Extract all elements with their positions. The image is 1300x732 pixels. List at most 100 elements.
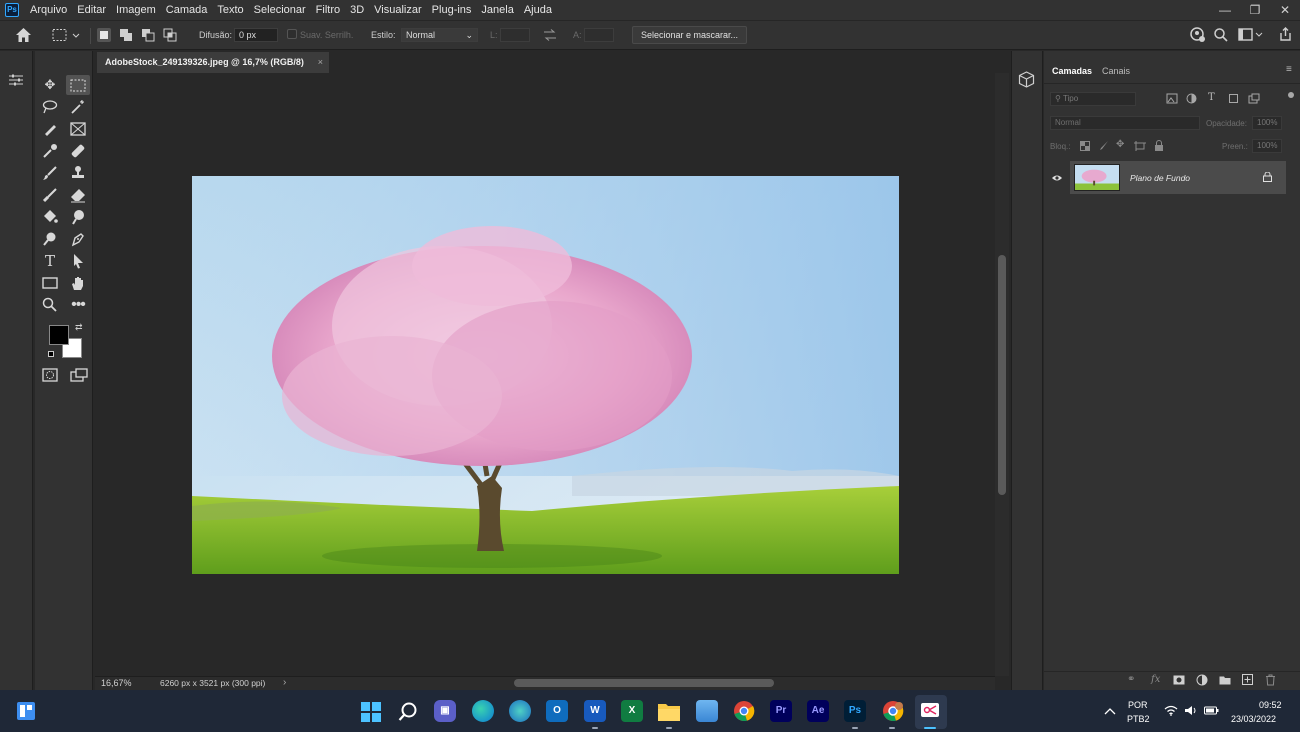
chrome-icon[interactable] — [733, 700, 755, 722]
smudge-tool-icon[interactable] — [66, 207, 90, 227]
lock-all-icon[interactable] — [1154, 140, 1164, 151]
width-input[interactable] — [500, 28, 530, 42]
share-icon[interactable] — [1278, 27, 1293, 42]
fill-input[interactable]: 100% — [1252, 139, 1282, 153]
menu-filtro[interactable]: Filtro — [311, 0, 345, 20]
battery-icon[interactable] — [1204, 705, 1219, 716]
minimize-button[interactable]: — — [1210, 0, 1240, 20]
menu-camada[interactable]: Camada — [161, 0, 213, 20]
taskbar-search-icon[interactable] — [398, 702, 418, 722]
move-tool-icon[interactable]: ✥ — [38, 75, 62, 95]
menu-visualizar[interactable]: Visualizar — [369, 0, 427, 20]
filter-shape-icon[interactable] — [1228, 93, 1239, 104]
object-selection-tool-icon[interactable] — [38, 119, 62, 139]
home-icon[interactable] — [15, 27, 32, 43]
snipping-tool-icon[interactable] — [920, 702, 940, 720]
height-input[interactable] — [584, 28, 614, 42]
add-to-selection-icon[interactable] — [119, 28, 133, 42]
eye-visibility-icon[interactable] — [1051, 174, 1063, 182]
dodge-tool-icon[interactable] — [38, 229, 62, 249]
clone-stamp-tool-icon[interactable] — [66, 163, 90, 183]
close-tab-icon[interactable]: × — [318, 52, 323, 73]
lock-artboard-icon[interactable] — [1134, 141, 1146, 151]
more-tools-icon[interactable]: ••• — [66, 295, 90, 315]
workspace-icon[interactable] — [1238, 28, 1264, 42]
chrome-profile-icon[interactable] — [882, 700, 904, 722]
swap-dimensions-icon[interactable] — [543, 29, 557, 41]
add-mask-icon[interactable] — [1173, 675, 1185, 685]
photos-icon[interactable] — [696, 700, 718, 722]
file-explorer-icon[interactable] — [658, 701, 680, 721]
menu-plugins[interactable]: Plug-ins — [427, 0, 477, 20]
filter-pixel-icon[interactable] — [1166, 93, 1178, 104]
menu-selecionar[interactable]: Selecionar — [249, 0, 311, 20]
opacity-input[interactable]: 100% — [1252, 116, 1282, 130]
feather-input[interactable]: 0 px — [234, 28, 278, 42]
lasso-tool-icon[interactable] — [38, 97, 62, 117]
marquee-preset-icon[interactable] — [52, 28, 82, 42]
premiere-pro-icon[interactable]: Pr — [770, 700, 792, 722]
subtract-selection-icon[interactable] — [141, 28, 155, 42]
hand-tool-icon[interactable] — [66, 273, 90, 293]
clock-date[interactable]: 23/03/2022 — [1231, 714, 1276, 724]
zoom-tool-icon[interactable] — [38, 295, 62, 315]
filter-adjustment-icon[interactable] — [1186, 93, 1197, 104]
blend-mode-select[interactable]: Normal — [1050, 116, 1200, 130]
swap-colors-icon[interactable]: ⇄ — [75, 322, 83, 333]
lock-position-icon[interactable]: ✥ — [1116, 139, 1124, 150]
menu-3d[interactable]: 3D — [345, 0, 369, 20]
teams-chat-icon[interactable]: ▣ — [434, 700, 456, 722]
layer-name[interactable]: Plano de Fundo — [1130, 173, 1190, 183]
volume-icon[interactable] — [1184, 705, 1197, 716]
select-and-mask-button[interactable]: Selecionar e mascarar... — [632, 26, 748, 44]
widgets-icon[interactable] — [17, 702, 35, 720]
delete-layer-icon[interactable] — [1265, 674, 1276, 686]
document-tab[interactable]: AdobeStock_249139326.jpeg @ 16,7% (RGB/8… — [97, 52, 329, 73]
language-indicator-line1[interactable]: POR — [1128, 700, 1148, 710]
layer-kind-filter[interactable]: ⚲ Tipo — [1050, 92, 1136, 106]
3d-cube-icon[interactable] — [1018, 71, 1035, 88]
wifi-icon[interactable] — [1164, 705, 1178, 716]
word-icon[interactable]: W — [584, 700, 606, 722]
search-icon[interactable] — [1214, 28, 1228, 42]
menu-editar[interactable]: Editar — [72, 0, 111, 20]
antialias-checkbox[interactable] — [287, 29, 297, 39]
panel-menu-icon[interactable]: ≡ — [1286, 64, 1292, 75]
quick-mask-icon[interactable] — [42, 368, 58, 382]
zoom-level[interactable]: 16,67% — [101, 678, 132, 688]
filter-toggle-icon[interactable] — [1288, 92, 1294, 98]
share-cloud-icon[interactable] — [1190, 27, 1206, 43]
after-effects-icon[interactable]: Ae — [807, 700, 829, 722]
frame-tool-icon[interactable] — [66, 119, 90, 139]
show-hidden-icons-chevron-icon[interactable] — [1104, 707, 1116, 715]
adjustments-panel-icon[interactable] — [8, 72, 24, 88]
link-layers-icon[interactable]: ⚭ — [1127, 674, 1135, 685]
menu-texto[interactable]: Texto — [212, 0, 248, 20]
default-colors-icon[interactable] — [48, 351, 54, 357]
new-selection-icon[interactable] — [97, 28, 111, 42]
edge-icon[interactable] — [472, 700, 494, 722]
network-globe-icon[interactable] — [509, 700, 531, 722]
lock-image-pixels-icon[interactable] — [1098, 140, 1109, 151]
tab-canais[interactable]: Canais — [1096, 60, 1136, 82]
filter-smart-object-icon[interactable] — [1248, 93, 1260, 104]
screen-mode-icon[interactable] — [70, 368, 88, 382]
paint-bucket-tool-icon[interactable] — [38, 207, 62, 227]
lock-transparent-pixels-icon[interactable] — [1080, 141, 1090, 151]
path-selection-tool-icon[interactable] — [66, 251, 90, 271]
layer-style-fx-icon[interactable]: fx — [1151, 674, 1160, 685]
eyedropper-tool-icon[interactable] — [38, 141, 62, 161]
type-tool-icon[interactable]: T — [38, 251, 62, 271]
intersect-selection-icon[interactable] — [163, 28, 177, 42]
outlook-icon[interactable]: O — [546, 700, 568, 722]
magic-wand-tool-icon[interactable] — [66, 97, 90, 117]
rectangular-marquee-tool-icon[interactable] — [66, 75, 90, 95]
status-menu-arrow-icon[interactable]: › — [283, 677, 286, 688]
new-group-folder-icon[interactable] — [1219, 675, 1231, 685]
tab-camadas[interactable]: Camadas — [1046, 60, 1098, 82]
language-indicator-line2[interactable]: PTB2 — [1127, 714, 1150, 724]
clock-time[interactable]: 09:52 — [1259, 700, 1282, 710]
menu-ajuda[interactable]: Ajuda — [519, 0, 557, 20]
menu-janela[interactable]: Janela — [476, 0, 518, 20]
restore-button[interactable]: ❐ — [1240, 0, 1270, 20]
